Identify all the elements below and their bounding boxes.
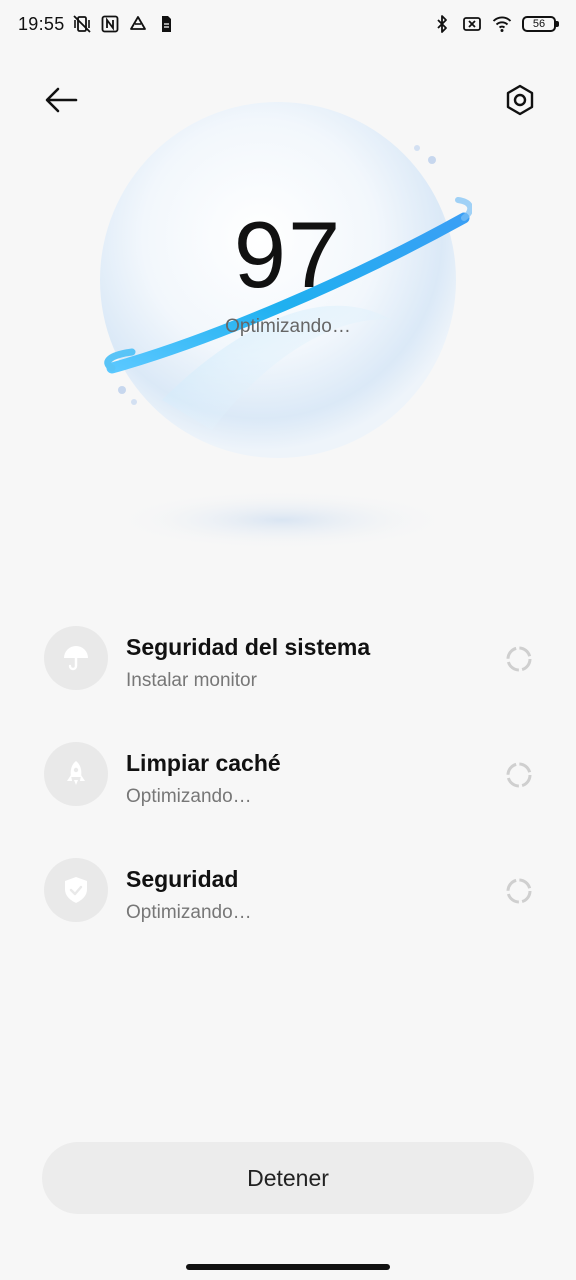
settings-button[interactable] [500,80,540,120]
nfc-icon [101,15,119,33]
list-item-security[interactable]: Seguridad Optimizando… [0,850,576,950]
stop-button[interactable]: Detener [42,1142,534,1214]
drive-icon [130,16,146,30]
back-button[interactable] [40,80,84,120]
wifi-icon [492,16,512,32]
task-title: Seguridad [126,866,239,892]
arrow-left-icon [45,87,78,113]
umbrella-icon [64,646,88,671]
task-subtitle: Optimizando… [126,902,252,923]
status-right-icons: 56 [432,14,559,34]
task-subtitle: Instalar monitor [126,670,257,691]
task-title: Limpiar caché [126,750,281,776]
rocket-icon [67,761,85,785]
hexagon-settings-icon [506,84,534,116]
list-item-clear-cache[interactable]: Limpiar caché Optimizando… [0,734,576,834]
home-indicator[interactable] [186,1264,390,1270]
bluetooth-icon [437,15,447,33]
optimization-status: Optimizando… [225,316,351,337]
loading-spinner-icon [506,646,532,672]
status-time: 19:55 [18,14,65,34]
sim-icon [162,16,171,32]
shield-check-icon [65,877,87,903]
optimization-score: 97 [233,202,343,307]
list-item-system-security[interactable]: Seguridad del sistema Instalar monitor [0,618,576,718]
status-left-icons [72,14,176,34]
no-sim-icon [463,17,481,31]
battery-icon: 56 [522,16,559,32]
row-icon-bg [44,858,108,922]
status-bar: 19:55 56 [0,0,576,52]
task-subtitle: Optimizando… [126,786,252,807]
row-icon-bg [44,742,108,806]
loading-spinner-icon [506,878,532,904]
row-icon-bg [44,626,108,690]
loading-spinner-icon [506,762,532,788]
task-title: Seguridad del sistema [126,634,371,660]
vibrate-off-icon [73,15,91,33]
